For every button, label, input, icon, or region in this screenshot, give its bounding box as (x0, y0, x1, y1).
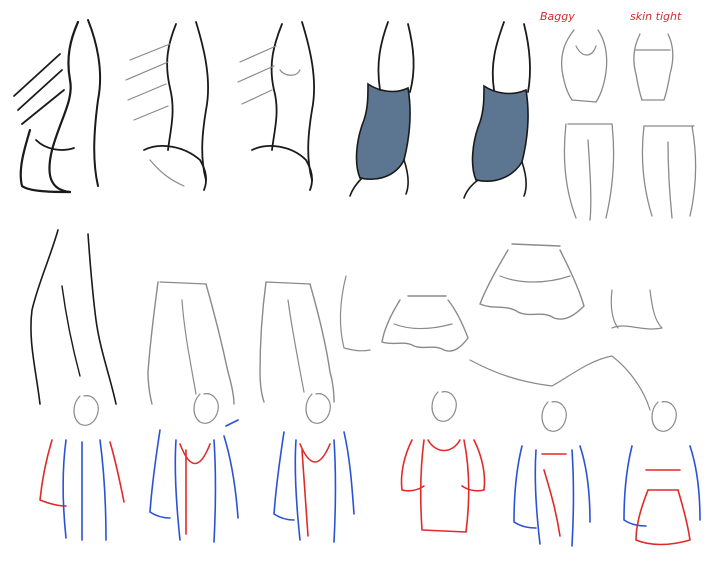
skirt-outline-sketch (339, 275, 371, 352)
ruffle-swatch-sketch (469, 289, 663, 411)
tank-top-filled-1 (349, 21, 415, 197)
shirt-sketch-1 (39, 395, 125, 541)
tank-top-filled-2 (463, 21, 531, 199)
torso-sketch-2 (125, 21, 209, 191)
label-baggy: Baggy (540, 10, 575, 23)
baggy-shirt-sketch (560, 29, 608, 103)
label-skin-tight: skin tight (630, 10, 682, 23)
torso-sketch-1 (13, 19, 102, 194)
pants-sketch-2 (259, 281, 335, 403)
clothing-reference-sheet: Baggy skin tight (13, 10, 701, 547)
tshirt-sketch (400, 391, 486, 533)
ruffle-skirt-sketch-1 (381, 295, 469, 352)
torso-sketch-3 (237, 21, 315, 191)
legs-sketch-1 (30, 229, 117, 405)
skin-tight-top-sketch (633, 33, 674, 101)
jacket-sketch-1 (149, 393, 239, 543)
peplum-top-sketch (623, 401, 701, 546)
ruffle-skirt-sketch-2 (479, 243, 585, 320)
jacket-over-top-sketch (513, 401, 591, 547)
pants-sketch-1 (147, 281, 235, 405)
baggy-pants-sketch (563, 123, 615, 221)
skin-tight-pants-sketch (641, 125, 697, 219)
jacket-sketch-2 (273, 393, 355, 543)
